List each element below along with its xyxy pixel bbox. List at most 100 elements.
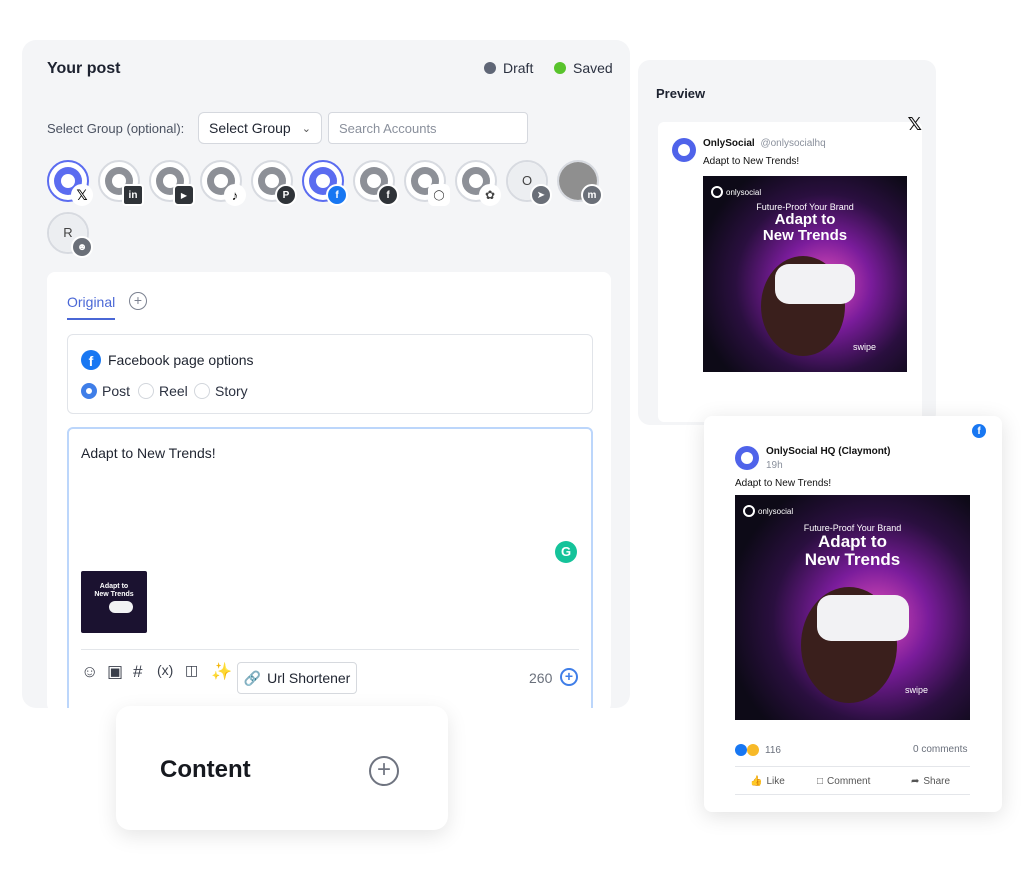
account-x[interactable]: 𝕏 bbox=[47, 160, 93, 206]
media-thumbnail[interactable]: Adapt to New Trends bbox=[81, 571, 147, 633]
reaction-like-icon bbox=[735, 744, 747, 756]
url-shortener-button[interactable]: 🔗 Url Shortener bbox=[237, 662, 357, 694]
account-facebook[interactable]: f bbox=[353, 160, 399, 206]
search-accounts-input[interactable] bbox=[328, 112, 528, 144]
image-icon[interactable]: ▣ bbox=[107, 662, 123, 682]
chevron-down-icon: ⌄ bbox=[301, 122, 311, 135]
fb-reactions-count: 116 bbox=[765, 744, 781, 756]
account-pinterest[interactable]: P bbox=[251, 160, 297, 206]
fb-comment-label: Comment bbox=[827, 776, 871, 787]
facebook-page-options: f Facebook page options Post Reel Story bbox=[67, 334, 593, 414]
url-shortener-label: Url Shortener bbox=[267, 670, 351, 686]
post-type-post[interactable]: Post bbox=[81, 383, 130, 399]
post-type-label: Post bbox=[102, 383, 131, 399]
x-author: OnlySocial @onlysocialhq bbox=[703, 138, 826, 149]
account-youtube[interactable]: ▶ bbox=[149, 160, 195, 206]
add-content-icon[interactable]: + bbox=[369, 756, 399, 786]
variable-icon[interactable]: (x) bbox=[157, 662, 173, 678]
thumb-headline: New Trends bbox=[94, 591, 134, 598]
post-type-reel[interactable]: Reel bbox=[138, 383, 188, 399]
toolbar-divider bbox=[81, 649, 579, 650]
post-text[interactable]: Adapt to New Trends! bbox=[81, 445, 216, 461]
link-icon: 🔗 bbox=[243, 669, 262, 686]
hashtag-icon[interactable]: # bbox=[133, 662, 142, 682]
facebook-post-preview: f OnlySocial HQ (Claymont) 19h Adapt to … bbox=[704, 416, 1002, 812]
composer-card: Original + f Facebook page options Post … bbox=[47, 272, 611, 708]
radio-icon bbox=[194, 383, 210, 399]
thumb-headline: Adapt to bbox=[99, 583, 129, 590]
post-type-label: Reel bbox=[159, 383, 188, 399]
draft-status: Draft bbox=[484, 60, 533, 76]
add-icon[interactable]: + bbox=[560, 668, 578, 686]
ai-sparkle-icon[interactable]: ✨ bbox=[211, 662, 232, 682]
facebook-icon: f bbox=[81, 350, 101, 370]
image-brand: onlysocial bbox=[743, 505, 793, 517]
x-post-text: Adapt to New Trends! bbox=[703, 156, 800, 167]
emoji-icon[interactable]: ☺ bbox=[81, 662, 98, 682]
tiktok-icon: ♪ bbox=[224, 184, 246, 206]
fb-comment-button[interactable]: □ Comment bbox=[817, 776, 870, 787]
fb-comments-count[interactable]: 0 comments bbox=[913, 744, 967, 755]
fb-author-name: OnlySocial HQ (Claymont) bbox=[766, 446, 891, 457]
content-card: Content + bbox=[116, 706, 448, 830]
fb-post-text: Adapt to New Trends! bbox=[735, 478, 832, 489]
radio-icon bbox=[138, 383, 154, 399]
tab-original[interactable]: Original bbox=[67, 294, 116, 320]
fb-like-button[interactable]: 👍 Like bbox=[750, 776, 785, 787]
account-instagram[interactable]: ◯ bbox=[404, 160, 450, 206]
saved-label: Saved bbox=[573, 60, 613, 76]
vr-headset bbox=[817, 595, 909, 641]
fb-post-time: 19h bbox=[766, 460, 783, 471]
facebook-options-title: Facebook page options bbox=[108, 352, 254, 368]
fb-share-button[interactable]: ➦ Share bbox=[911, 776, 950, 787]
post-type-story[interactable]: Story bbox=[194, 383, 248, 399]
group-label: Select Group (optional): bbox=[47, 121, 185, 136]
post-text-editor[interactable]: Adapt to New Trends! G Adapt to New Tren… bbox=[67, 427, 593, 708]
image-headline-2: New Trends bbox=[762, 227, 848, 244]
pinterest-icon: P bbox=[275, 184, 297, 206]
fb-divider bbox=[735, 766, 970, 767]
bluesky-icon: ✿ bbox=[479, 184, 501, 206]
draft-dot-icon bbox=[484, 62, 496, 74]
account-facebook-selected[interactable]: f bbox=[302, 160, 348, 206]
linkedin-icon: in bbox=[122, 184, 144, 206]
youtube-icon: ▶ bbox=[173, 184, 195, 206]
image-headline-1: Adapt to bbox=[818, 532, 887, 551]
thumb-headset bbox=[109, 601, 133, 613]
character-count: 260 bbox=[529, 670, 553, 686]
comment-icon: □ bbox=[817, 776, 824, 787]
account-bluesky[interactable]: ✿ bbox=[455, 160, 501, 206]
x-post-image: onlysocial Future-Proof Your Brand Adapt… bbox=[703, 176, 907, 372]
x-logo-icon: 𝕏 bbox=[907, 114, 922, 134]
draft-label: Draft bbox=[503, 60, 534, 76]
post-title: Your post bbox=[47, 60, 121, 77]
preview-panel: Preview 𝕏 OnlySocial @onlysocialhq Adapt… bbox=[638, 60, 936, 467]
account-tiktok[interactable]: ♪ bbox=[200, 160, 246, 206]
image-headline-1: Adapt to bbox=[774, 211, 836, 228]
image-brand: onlysocial bbox=[711, 186, 761, 198]
saved-status: Saved bbox=[554, 60, 613, 76]
x-author-handle: @onlysocialhq bbox=[760, 138, 826, 149]
avatar bbox=[735, 446, 759, 470]
account-linkedin[interactable]: in bbox=[98, 160, 144, 206]
image-swipe: swipe bbox=[905, 685, 929, 695]
layout-icon[interactable]: ◫ bbox=[185, 662, 198, 679]
group-select-value: Select Group bbox=[209, 120, 291, 136]
grammarly-icon[interactable]: G bbox=[555, 541, 577, 563]
share-arrow-icon: ➦ bbox=[911, 776, 920, 787]
group-select[interactable]: Select Group ⌄ bbox=[198, 112, 322, 144]
account-mastodon[interactable]: m bbox=[557, 160, 603, 206]
radio-checked-icon bbox=[81, 383, 97, 399]
add-tab-icon[interactable]: + bbox=[129, 292, 147, 310]
reaction-wow-icon bbox=[747, 744, 759, 756]
account-reddit[interactable]: R ☻ bbox=[47, 212, 93, 258]
x-icon: 𝕏 bbox=[71, 184, 93, 206]
account-telegram[interactable]: O ➤ bbox=[506, 160, 552, 206]
fb-share-label: Share bbox=[923, 776, 951, 787]
fb-like-label: Like bbox=[766, 776, 785, 787]
fb-post-image: onlysocial Future-Proof Your Brand Adapt… bbox=[735, 495, 970, 720]
post-type-label: Story bbox=[215, 383, 248, 399]
fb-reactions[interactable]: 116 bbox=[735, 744, 781, 756]
facebook-icon: f bbox=[377, 184, 399, 206]
fb-divider bbox=[735, 794, 970, 795]
